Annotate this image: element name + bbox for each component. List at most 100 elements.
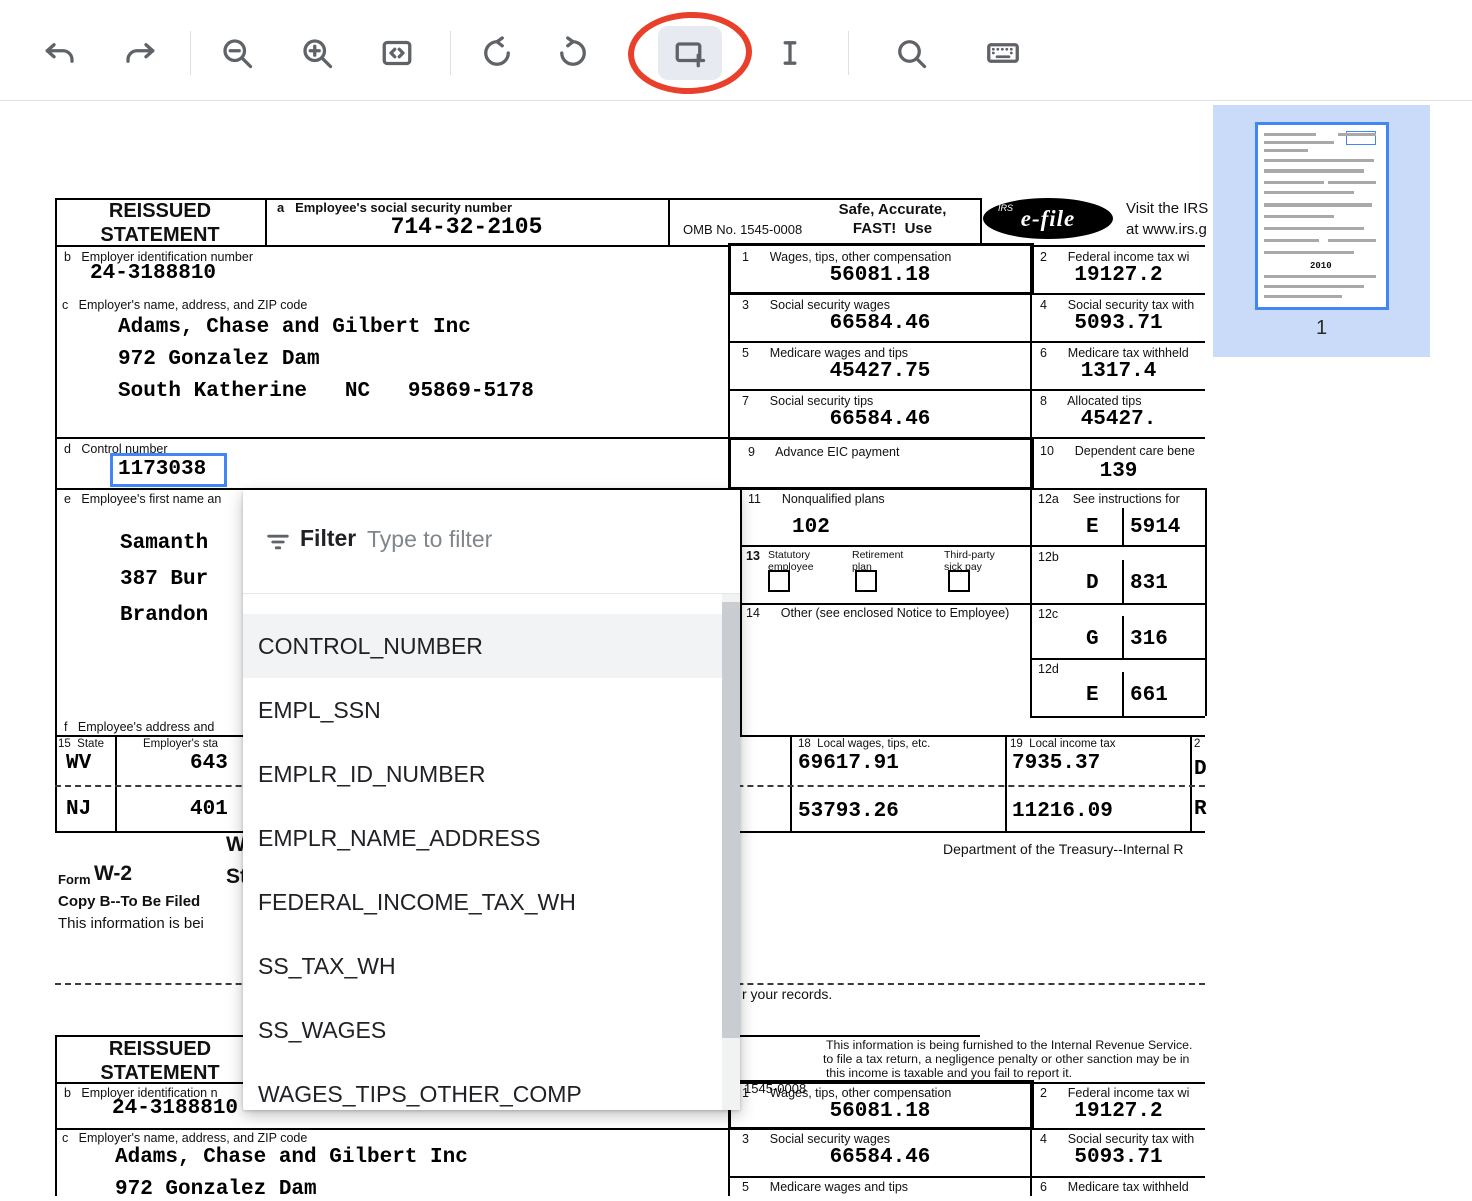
filter-placeholder: Type to filter: [367, 526, 492, 553]
filter-item[interactable]: SS_TAX_WH: [243, 934, 722, 998]
rotate-right-button[interactable]: [549, 29, 597, 77]
filter-item[interactable]: EMPLR_NAME_ADDRESS: [243, 806, 722, 870]
rotate-left-button[interactable]: [473, 29, 521, 77]
filter-input[interactable]: Filter Type to filter: [243, 490, 740, 593]
form-grid-line: [1122, 508, 1124, 545]
zoom-in-button[interactable]: [293, 29, 341, 77]
undo-button[interactable]: [36, 29, 84, 77]
filter-item[interactable]: CONTROL_NUMBER: [243, 614, 722, 678]
box4b-label: 4 Social security tax with: [1040, 1132, 1194, 1146]
filter-item[interactable]: EMPLR_ID_NUMBER: [243, 742, 722, 806]
visit-irs-line2: at www.irs.g: [1126, 221, 1207, 238]
thumbnail-content-line: [1264, 227, 1364, 230]
form-grid-line: [728, 245, 730, 488]
ein2-value: 24-3188810: [112, 1097, 238, 1120]
box2-value: 19127.2: [1030, 264, 1207, 287]
box12c-code: G: [1086, 628, 1099, 651]
treasury-label: Department of the Treasury--Internal R: [943, 841, 1183, 857]
notice-line1: This information is being furnished to t…: [826, 1038, 1192, 1052]
state2-value: NJ: [66, 798, 91, 821]
form-grid-line: [55, 1128, 1205, 1130]
add-annotation-button[interactable]: [658, 26, 722, 80]
add-annotation-icon: [672, 35, 708, 71]
filter-item[interactable]: EMPL_SSN: [243, 678, 722, 742]
box18-label: 18 Local wages, tips, etc.: [798, 738, 930, 750]
thumbnail-content-line: [1264, 239, 1319, 242]
text-cursor-button[interactable]: [766, 29, 814, 77]
box20-label: 2: [1194, 738, 1200, 750]
employer-name: Adams, Chase and Gilbert Inc: [118, 316, 471, 339]
box12b-label: 12b: [1038, 550, 1059, 564]
box7-value: 66584.46: [728, 408, 1032, 431]
box12d-label: 12d: [1038, 662, 1059, 676]
box2-label: 2 Federal income tax wi: [1040, 250, 1189, 264]
box10-value: 139: [1030, 460, 1207, 483]
box12a-value: 5914: [1130, 516, 1180, 539]
redo-icon: [122, 35, 158, 71]
form-grid-line: [980, 198, 982, 245]
thumbnail-content-line: [1328, 239, 1376, 242]
filter-list: CONTROL_NUMBEREMPL_SSNEMPLR_ID_NUMBEREMP…: [243, 594, 740, 1110]
form-grid-line: [740, 488, 742, 735]
form-grid-line: [1122, 616, 1124, 658]
box13-retirement-label1: Retirement: [852, 549, 903, 561]
box3b-label: 3 Social security wages: [742, 1132, 890, 1146]
form-grid-line: [1122, 560, 1124, 603]
box5-label: 5 Medicare wages and tips: [742, 346, 908, 360]
box14-label: 14 Other (see enclosed Notice to Employe…: [746, 606, 1009, 620]
box5-value: 45427.75: [728, 360, 1032, 383]
toolbar-separator: [848, 31, 849, 75]
thumbnail-content-line: [1264, 191, 1354, 194]
box1b-value: 56081.18: [728, 1100, 1032, 1123]
form-grid-line: [790, 735, 792, 831]
retirement-plan-checkbox: [855, 570, 877, 592]
form-word: Form: [58, 872, 91, 887]
box10-label: 10 Dependent care bene: [1040, 444, 1195, 458]
search-button[interactable]: [887, 29, 935, 77]
employee-name: Samanth: [120, 532, 208, 555]
box1b-label: 1 Wages, tips, other compensation: [742, 1086, 951, 1100]
box-e-label: e Employee's first name an: [64, 492, 221, 506]
undo-icon: [42, 35, 78, 71]
omb-label: OMB No. 1545-0008: [683, 222, 802, 237]
visit-irs-line1: Visit the IRS: [1126, 200, 1208, 217]
zoom-out-button[interactable]: [213, 29, 261, 77]
copy-b-label: Copy B--To Be Filed: [58, 893, 200, 910]
control-number-selection-box[interactable]: [110, 453, 227, 487]
box12a-label: 12a See instructions for: [1038, 492, 1180, 506]
page-thumbnail[interactable]: 2010: [1255, 122, 1389, 310]
box18-value1: 69617.91: [798, 752, 899, 775]
filter-item[interactable]: SS_WAGES: [243, 998, 722, 1062]
form-grid-line: [115, 735, 117, 831]
box-f-label: f Employee's address and: [64, 720, 214, 734]
employer-street: 972 Gonzalez Dam: [118, 348, 320, 371]
employer2-name: Adams, Chase and Gilbert Inc: [115, 1146, 468, 1169]
form-grid-line: [55, 245, 730, 247]
box15-label: 15 State: [58, 738, 104, 750]
filter-item[interactable]: WAGES_TIPS_OTHER_COMP: [243, 1062, 722, 1110]
redo-button[interactable]: [116, 29, 164, 77]
keyboard-button[interactable]: [979, 29, 1027, 77]
box3-value: 66584.46: [728, 312, 1032, 335]
form-grid-line: [728, 293, 1205, 295]
box13-statutory-label1: Statutory: [768, 549, 810, 561]
box9-label: 9 Advance EIC payment: [748, 445, 899, 459]
box12d-code: E: [1086, 684, 1099, 707]
box3-label: 3 Social security wages: [742, 298, 890, 312]
form-grid-line: [1205, 488, 1207, 716]
fit-to-width-button[interactable]: [373, 29, 421, 77]
form-grid-line: [265, 198, 267, 245]
safe-accurate-line1: Safe, Accurate,: [795, 201, 990, 218]
filter-scrollbar-thumb[interactable]: [722, 602, 740, 1038]
zoom-in-icon: [299, 35, 335, 71]
box6-label: 6 Medicare tax withheld: [1040, 346, 1189, 360]
filter-icon: [264, 528, 292, 556]
box19-label: 19 Local income tax: [1010, 738, 1115, 750]
safe-accurate-line2: FAST! Use: [795, 220, 990, 237]
notice-line2: to file a tax return, a negligence penal…: [823, 1052, 1189, 1066]
filter-item[interactable]: FEDERAL_INCOME_TAX_WH: [243, 870, 722, 934]
reissued-line2: STATEMENT: [55, 224, 265, 247]
box1-label: 1 Wages, tips, other compensation: [742, 250, 951, 264]
state1-value: WV: [66, 752, 91, 775]
efile-text: e-file: [1021, 206, 1076, 232]
